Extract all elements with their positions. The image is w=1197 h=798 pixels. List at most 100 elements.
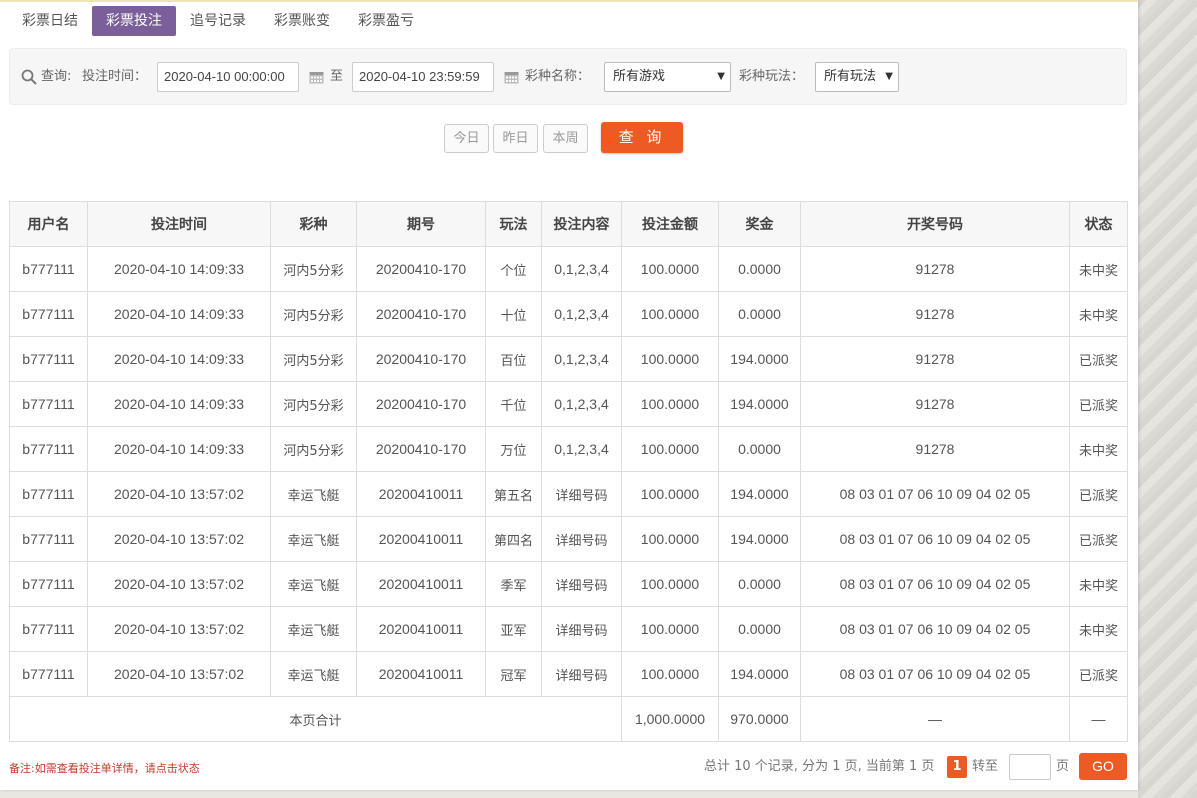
cell-time: 2020-04-10 14:09:33 <box>87 336 271 382</box>
table-row: b777111 2020-04-10 14:09:33 河内5分彩 20200410-… <box>9 291 1128 337</box>
tab-bar: 彩票日结 彩票投注 追号记录 彩票账变 彩票盈亏 <box>8 6 428 38</box>
cell-bonus: 0.0000 <box>718 606 801 652</box>
cell-status[interactable]: 已派奖 <box>1069 471 1128 517</box>
cell-amount: 100.0000 <box>621 471 719 517</box>
cell-numbers: 08 03 01 07 06 10 09 04 02 05 <box>800 606 1070 652</box>
yesterday-button[interactable]: 昨日 <box>493 124 538 153</box>
cell-amount: 100.0000 <box>621 606 719 652</box>
cell-play: 百位 <box>485 336 542 382</box>
cell-game: 幸运飞艇 <box>270 471 357 517</box>
cell-bonus: 194.0000 <box>718 336 801 382</box>
cell-play: 十位 <box>485 291 542 337</box>
cell-bonus: 194.0000 <box>718 516 801 562</box>
today-button[interactable]: 今日 <box>444 124 489 153</box>
summary-numbers: — <box>800 696 1070 742</box>
go-button[interactable]: GO <box>1079 753 1127 780</box>
col-header-play: 玩法 <box>485 201 542 247</box>
tab-daily[interactable]: 彩票日结 <box>8 6 92 36</box>
cell-numbers: 08 03 01 07 06 10 09 04 02 05 <box>800 516 1070 562</box>
cell-content: 0,1,2,3,4 <box>541 381 622 427</box>
end-time-input[interactable]: 2020-04-10 23:59:59 <box>352 62 494 92</box>
cell-content: 0,1,2,3,4 <box>541 336 622 382</box>
cell-amount: 100.0000 <box>621 336 719 382</box>
cell-status[interactable]: 未中奖 <box>1069 291 1128 337</box>
col-header-content: 投注内容 <box>541 201 622 247</box>
query-label: 查询: <box>41 69 72 84</box>
cell-content: 0,1,2,3,4 <box>541 291 622 337</box>
col-header-bonus: 奖金 <box>718 201 801 247</box>
cell-game: 河内5分彩 <box>270 381 357 427</box>
cell-status[interactable]: 已派奖 <box>1069 651 1128 697</box>
start-time-input[interactable]: 2020-04-10 00:00:00 <box>157 62 299 92</box>
game-select-value: 所有游戏 <box>613 69 666 84</box>
cell-amount: 100.0000 <box>621 561 719 607</box>
cell-content: 0,1,2,3,4 <box>541 246 622 292</box>
cell-play: 千位 <box>485 381 542 427</box>
bets-table: 用户名 投注时间 彩种 期号 玩法 投注内容 投注金额 奖金 开奖号码 状态 b… <box>9 201 1128 742</box>
this-week-button[interactable]: 本周 <box>543 124 588 153</box>
summary-row: 本页合计 1,000.0000 970.0000 — — <box>9 696 1128 742</box>
cell-issue: 20200410-170 <box>356 336 486 382</box>
cell-status[interactable]: 未中奖 <box>1069 606 1128 652</box>
col-header-issue: 期号 <box>356 201 486 247</box>
table-row: b777111 2020-04-10 13:57:02 幸运飞艇 2020041001… <box>9 561 1128 607</box>
query-button[interactable]: 查 询 <box>601 122 683 153</box>
col-header-game: 彩种 <box>270 201 357 247</box>
tab-account-changes[interactable]: 彩票账变 <box>260 6 344 36</box>
cell-user: b777111 <box>9 426 88 472</box>
cell-issue: 20200410011 <box>356 471 486 517</box>
cell-numbers: 91278 <box>800 336 1070 382</box>
cell-user: b777111 <box>9 606 88 652</box>
cell-issue: 20200410011 <box>356 651 486 697</box>
cell-status[interactable]: 已派奖 <box>1069 336 1128 382</box>
cell-bonus: 194.0000 <box>718 651 801 697</box>
table-row: b777111 2020-04-10 13:57:02 幸运飞艇 2020041001… <box>9 516 1128 562</box>
summary-bonus: 970.0000 <box>718 696 801 742</box>
cell-game: 幸运飞艇 <box>270 606 357 652</box>
tab-chase[interactable]: 追号记录 <box>176 6 260 36</box>
cell-status[interactable]: 已派奖 <box>1069 516 1128 562</box>
cell-content[interactable]: 详细号码 <box>541 516 622 562</box>
cell-content[interactable]: 详细号码 <box>541 471 622 517</box>
cell-content[interactable]: 详细号码 <box>541 606 622 652</box>
cell-game: 幸运飞艇 <box>270 516 357 562</box>
table-row: b777111 2020-04-10 14:09:33 河内5分彩 20200410-… <box>9 381 1128 427</box>
cell-user: b777111 <box>9 516 88 562</box>
calendar-icon[interactable] <box>504 70 519 84</box>
game-select[interactable]: 所有游戏 ▼ <box>604 62 731 92</box>
cell-content: 0,1,2,3,4 <box>541 426 622 472</box>
cell-content[interactable]: 详细号码 <box>541 561 622 607</box>
search-icon <box>21 69 37 85</box>
cell-status[interactable]: 已派奖 <box>1069 381 1128 427</box>
cell-status[interactable]: 未中奖 <box>1069 561 1128 607</box>
cell-time: 2020-04-10 14:09:33 <box>87 246 271 292</box>
cell-content[interactable]: 详细号码 <box>541 651 622 697</box>
cell-status[interactable]: 未中奖 <box>1069 426 1128 472</box>
cell-issue: 20200410-170 <box>356 246 486 292</box>
tab-bets[interactable]: 彩票投注 <box>92 6 176 36</box>
cell-status[interactable]: 未中奖 <box>1069 246 1128 292</box>
game-label: 彩种名称： <box>525 69 591 84</box>
background-texture <box>1138 0 1197 798</box>
play-select[interactable]: 所有玩法 ▼ <box>815 62 899 92</box>
cell-game: 河内5分彩 <box>270 291 357 337</box>
cell-amount: 100.0000 <box>621 246 719 292</box>
cell-issue: 20200410-170 <box>356 426 486 472</box>
cell-issue: 20200410-170 <box>356 381 486 427</box>
table-row: b777111 2020-04-10 13:57:02 幸运飞艇 2020041001… <box>9 651 1128 697</box>
calendar-icon[interactable] <box>309 70 324 84</box>
cell-amount: 100.0000 <box>621 381 719 427</box>
cell-numbers: 91278 <box>800 246 1070 292</box>
current-page-badge[interactable]: 1 <box>947 756 967 778</box>
cell-amount: 100.0000 <box>621 651 719 697</box>
cell-user: b777111 <box>9 246 88 292</box>
cell-numbers: 91278 <box>800 426 1070 472</box>
cell-amount: 100.0000 <box>621 426 719 472</box>
col-header-amount: 投注金额 <box>621 201 719 247</box>
cell-bonus: 194.0000 <box>718 471 801 517</box>
table-row: b777111 2020-04-10 13:57:02 幸运飞艇 2020041001… <box>9 606 1128 652</box>
page-unit-label: 页 <box>1056 759 1070 774</box>
tab-profit-loss[interactable]: 彩票盈亏 <box>344 6 428 36</box>
cell-issue: 20200410-170 <box>356 291 486 337</box>
page-number-input[interactable] <box>1009 754 1051 780</box>
